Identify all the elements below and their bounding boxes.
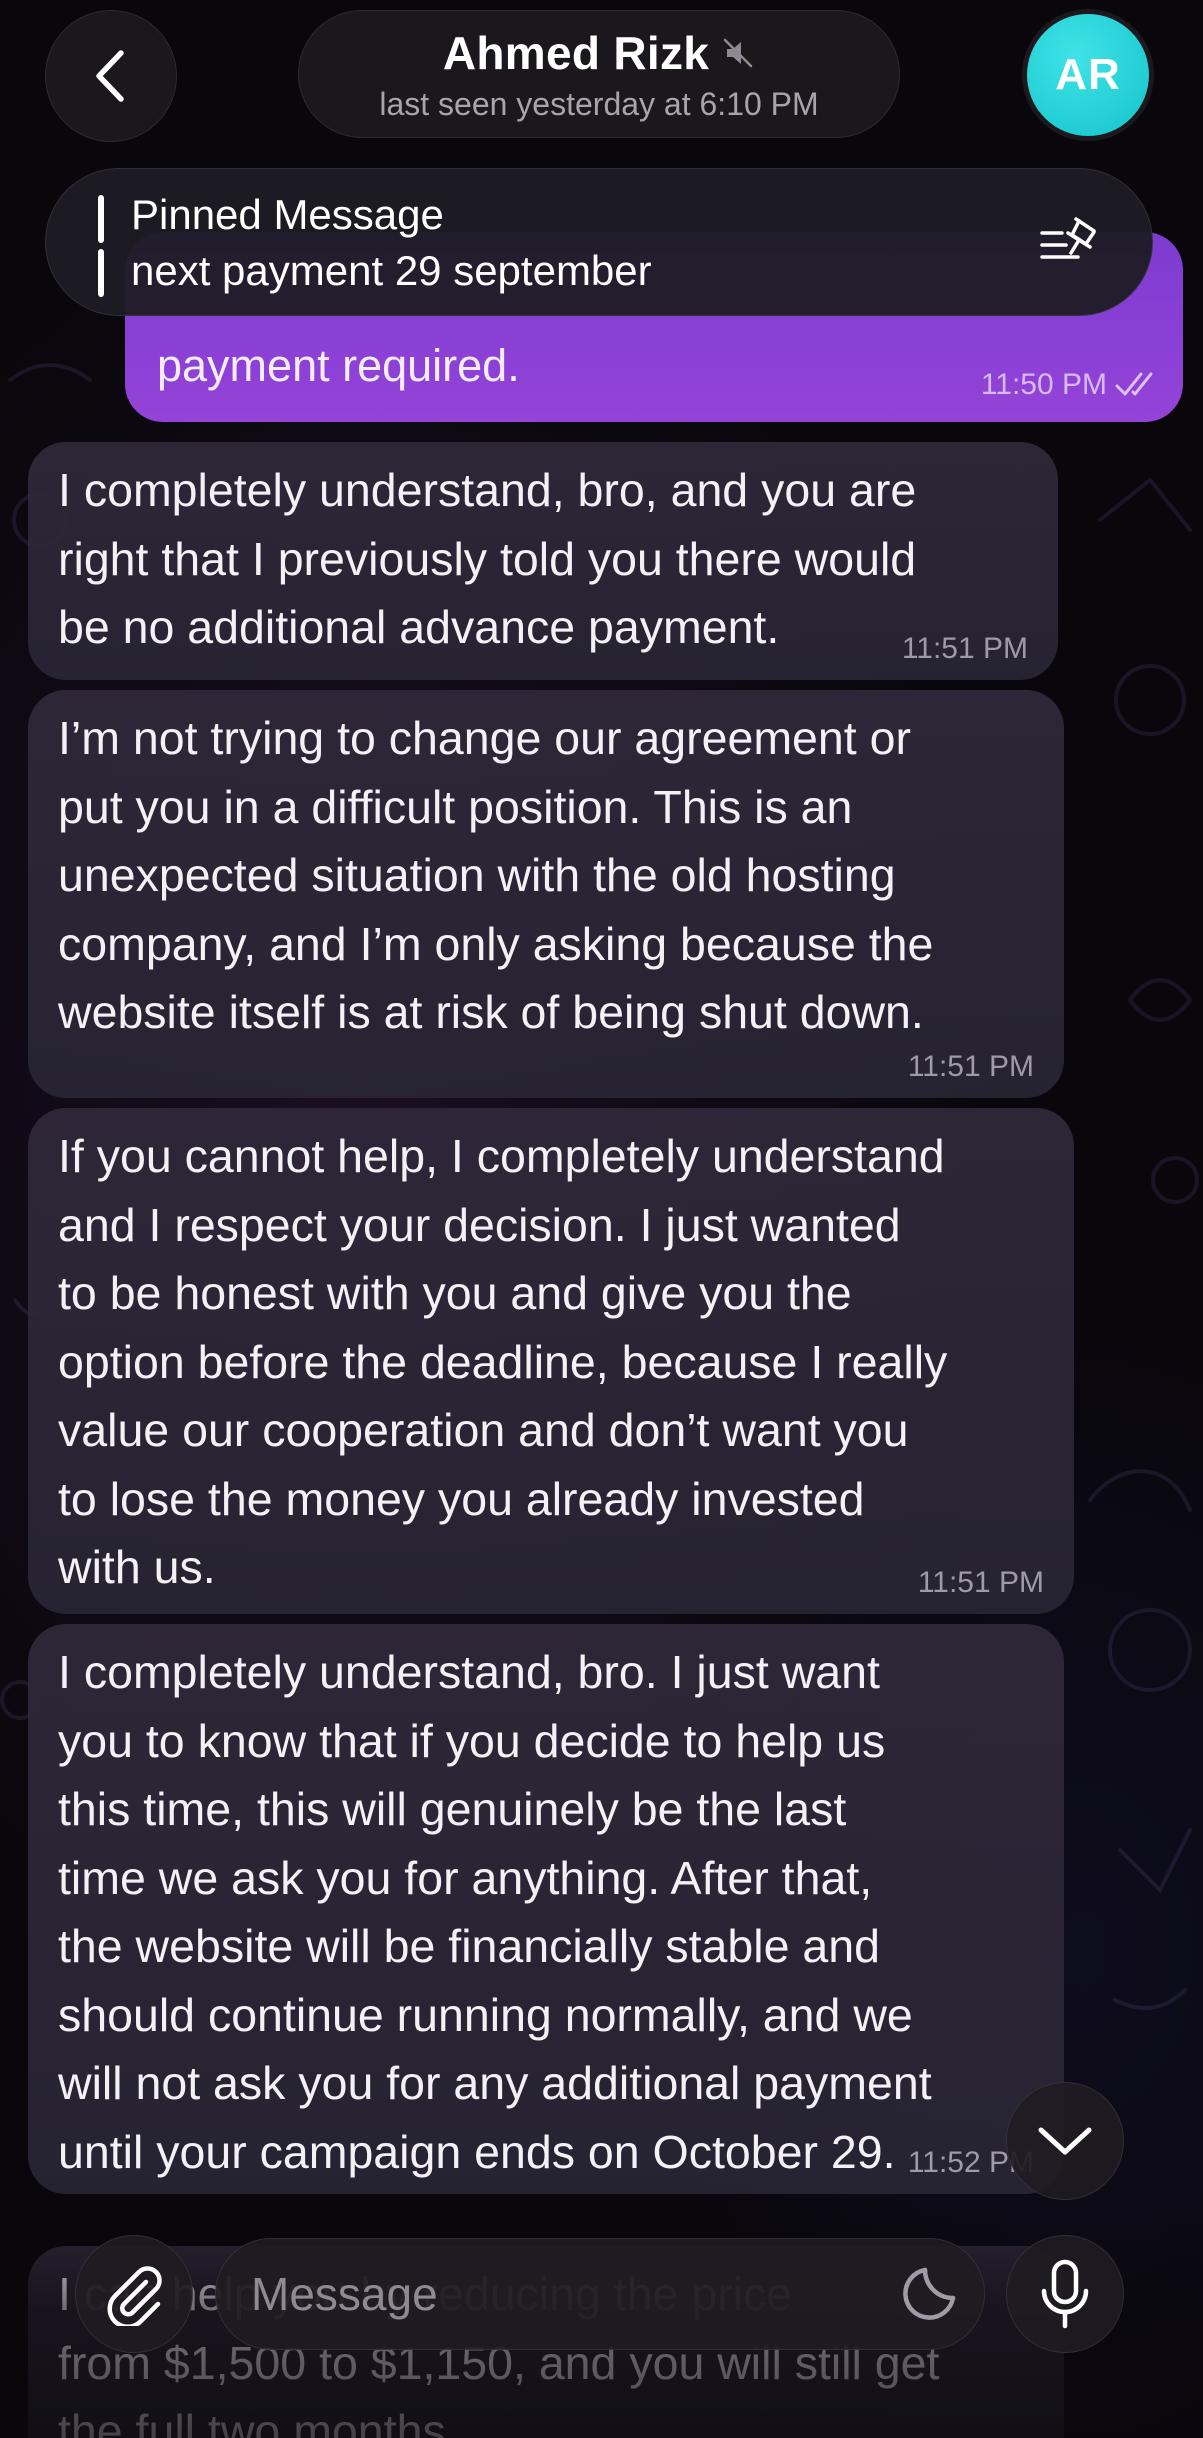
pinned-indicator xyxy=(98,195,104,297)
contact-name: Ahmed Rizk xyxy=(442,26,710,79)
message-text: I completely understand, bro. I just wan… xyxy=(58,1646,932,2178)
pinned-message-bar[interactable]: Pinned Message next payment 29 september xyxy=(45,168,1153,316)
message-text: If you cannot help, I completely underst… xyxy=(58,1130,948,1593)
pinned-text: next payment 29 september xyxy=(131,247,652,294)
double-check-icon xyxy=(1115,372,1153,396)
avatar-initials: AR xyxy=(1055,50,1121,99)
attach-button[interactable] xyxy=(75,2235,193,2353)
back-button[interactable] xyxy=(45,10,177,142)
chevron-down-icon xyxy=(1038,2127,1092,2155)
message-text: I completely understand, bro, and you ar… xyxy=(58,464,917,653)
sticker-icon xyxy=(903,2267,956,2320)
incoming-message-bubble[interactable]: I’m not trying to change our agreement o… xyxy=(28,690,1064,1098)
paperclip-icon xyxy=(107,2266,162,2326)
message-time: 11:51 PM xyxy=(917,1566,1044,1599)
microphone-button[interactable] xyxy=(1006,2235,1124,2353)
outgoing-message-meta: 11:50 PM xyxy=(981,368,1159,402)
avatar[interactable]: AR xyxy=(1027,14,1149,136)
pin-list-icon[interactable] xyxy=(1038,213,1102,269)
incoming-message-bubble[interactable]: If you cannot help, I completely underst… xyxy=(28,1108,1074,1614)
speaker-muted-icon xyxy=(723,38,753,67)
chat-screen: payment required. 11:50 PM I completely … xyxy=(0,0,1203,2438)
chevron-left-icon xyxy=(96,50,124,102)
message-input-field[interactable] xyxy=(215,2238,985,2350)
outgoing-message-text: payment required. xyxy=(157,340,520,391)
incoming-message-bubble[interactable]: I completely understand, bro. I just wan… xyxy=(28,1624,1064,2194)
sticker-button[interactable] xyxy=(874,2239,984,2349)
last-seen-status: last seen yesterday at 6:10 PM xyxy=(379,85,819,122)
message-input[interactable] xyxy=(216,2239,874,2349)
message-time: 11:51 PM xyxy=(907,1050,1034,1083)
outgoing-message-time: 11:50 PM xyxy=(980,368,1107,401)
message-text: I’m not trying to change our agreement o… xyxy=(58,712,934,1038)
incoming-message-bubble[interactable]: I completely understand, bro, and you ar… xyxy=(28,442,1058,680)
pinned-title: Pinned Message xyxy=(131,191,444,238)
scroll-down-button[interactable] xyxy=(1006,2082,1124,2200)
microphone-icon xyxy=(1041,2259,1089,2329)
chat-title[interactable]: Ahmed Rizk last seen yesterday at 6:10 P… xyxy=(298,10,900,138)
message-time: 11:51 PM xyxy=(901,632,1028,665)
